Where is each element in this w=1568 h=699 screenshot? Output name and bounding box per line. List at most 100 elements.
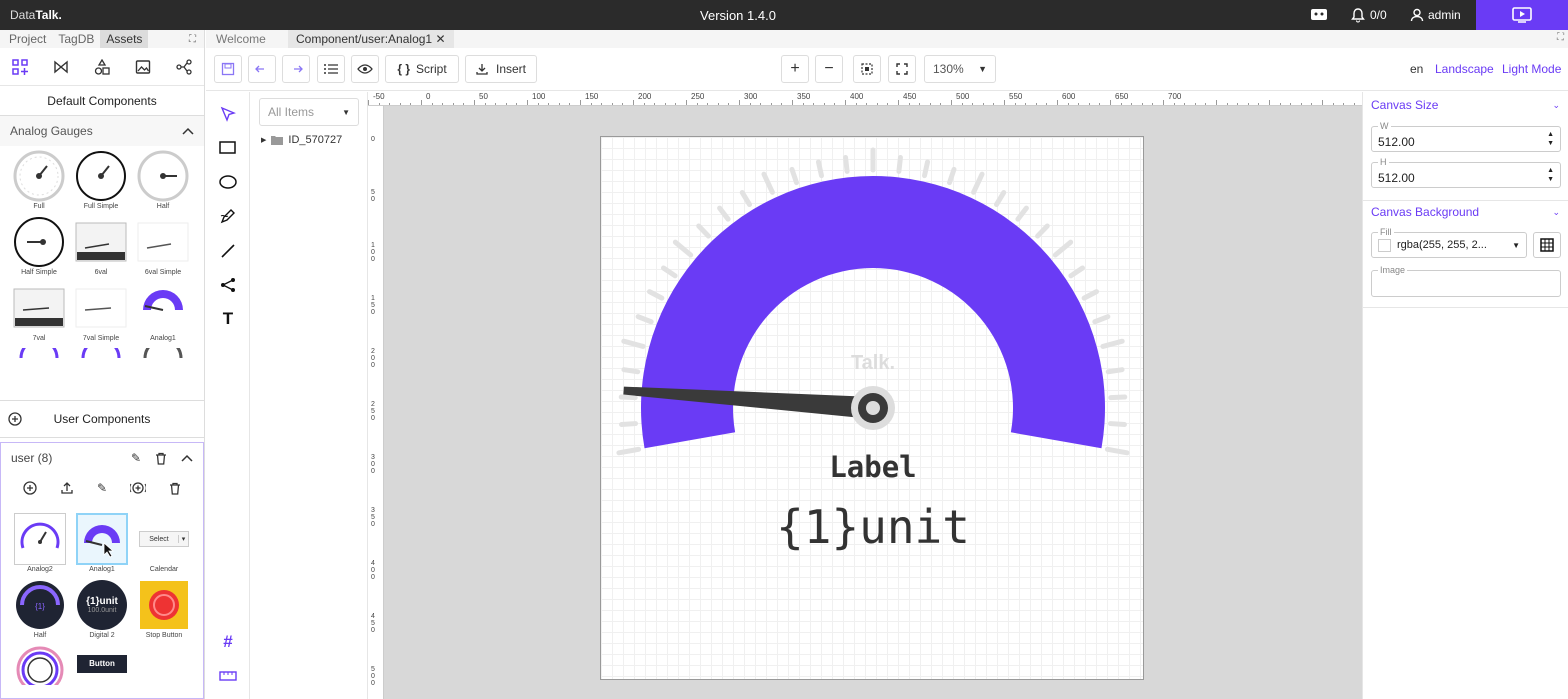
gauge-thumb-partial-3[interactable] [132, 348, 194, 370]
user-thumb-analog2[interactable]: Analog2 [9, 513, 71, 575]
user-thumb-button[interactable]: Button [71, 645, 133, 697]
delete-icon[interactable] [169, 482, 181, 495]
image-field[interactable]: Image [1371, 265, 1561, 297]
ruler-tick-label: 50 [479, 92, 488, 101]
tree-node[interactable]: ▶ ID_570727 [261, 134, 342, 146]
gauge-thumb-half[interactable]: Half [132, 150, 194, 212]
color-swatch[interactable] [1378, 238, 1391, 252]
connector-tool[interactable] [216, 273, 240, 297]
user-thumb-analog1[interactable]: Analog1 [71, 513, 133, 575]
components-icon[interactable] [12, 58, 29, 75]
alarm-indicator[interactable]: 0/0 [1350, 7, 1387, 23]
grid-toggle[interactable]: # [216, 630, 240, 654]
gauge-thumb-full-simple[interactable]: Full Simple [70, 150, 132, 212]
stepper-icon[interactable]: ▲ ▼ [1547, 166, 1554, 184]
user-thumb-stop-button[interactable]: Stop Button [133, 579, 195, 641]
bowtie-icon[interactable] [53, 59, 69, 75]
gauge-tick [1068, 265, 1086, 279]
fill-select[interactable]: Fill rgba(255, 255, 2... ▼ [1371, 227, 1527, 258]
canvas-sheet[interactable]: Talk. Label {1}unit [600, 136, 1144, 680]
tab-tagdb[interactable]: TagDB [52, 30, 100, 48]
close-icon[interactable]: ✕ [435, 32, 445, 46]
chevron-down-icon[interactable]: ⌄ [1552, 100, 1560, 111]
zoom-out-button[interactable]: − [815, 55, 843, 83]
tree-filter-select[interactable]: All Items ▼ [259, 98, 359, 126]
analog-gauges-header[interactable]: Analog Gauges [0, 116, 204, 146]
upload-icon[interactable] [60, 481, 74, 495]
bell-icon [1351, 8, 1365, 23]
line-tool[interactable] [216, 239, 240, 263]
add-circle-icon[interactable] [8, 412, 22, 426]
add-instance-icon[interactable] [130, 481, 147, 495]
ruler-toggle[interactable] [216, 664, 240, 688]
trash-icon[interactable] [155, 452, 167, 465]
chevron-down-icon[interactable]: ⌄ [1552, 207, 1560, 218]
orientation-toggle[interactable]: Landscape [1435, 62, 1494, 76]
edit-icon[interactable]: ✎ [97, 481, 107, 495]
language-toggle[interactable]: en [1410, 62, 1423, 76]
pattern-button[interactable] [1533, 232, 1561, 258]
pen-tool[interactable] [216, 204, 240, 228]
tab-project[interactable]: Project [3, 30, 52, 48]
gauge-thumb-half-simple[interactable]: Half Simple [8, 216, 70, 278]
gauge-thumb-full[interactable]: Full [8, 150, 70, 212]
fit-screen-button[interactable] [888, 55, 916, 83]
user-thumb-half[interactable]: {1} Half [9, 579, 71, 641]
user-menu[interactable]: admin [1410, 7, 1461, 23]
gauge-tick [1092, 314, 1111, 325]
redo-button[interactable] [282, 55, 310, 83]
gauge-thumb-7val-simple[interactable]: 7val Simple [70, 282, 132, 344]
canvas-size-header[interactable]: Canvas Size ⌄ [1363, 92, 1568, 118]
gauge-thumb-6val-simple[interactable]: 6val Simple [132, 216, 194, 278]
edit-icon[interactable]: ✎ [131, 451, 141, 465]
user-thumb-ring[interactable] [9, 645, 71, 697]
ellipse-tool[interactable] [216, 170, 240, 194]
gauge-thumb-analog1[interactable]: Analog1 [132, 282, 194, 344]
image-icon[interactable] [135, 59, 151, 75]
rectangle-tool[interactable] [216, 136, 240, 160]
cursor-icon [220, 106, 236, 122]
add-component-icon[interactable] [22, 481, 37, 495]
fullscreen-icon[interactable]: ⛶ [1557, 32, 1564, 43]
save-button[interactable] [214, 55, 242, 83]
chevron-up-icon[interactable] [181, 454, 193, 462]
run-preview-button[interactable] [1476, 0, 1568, 30]
expand-arrow-icon[interactable]: ▶ [261, 136, 266, 144]
canvas-area[interactable]: Talk. Label {1}unit [384, 106, 1362, 699]
gauge-thumb-6val[interactable]: 6val [70, 216, 132, 278]
gauge-thumb-partial-2[interactable] [70, 348, 132, 370]
zoom-select[interactable]: 130% ▼ [924, 55, 996, 83]
gauge-tick [646, 289, 665, 301]
expand-icon[interactable]: ⛶ [189, 34, 196, 45]
fit-selection-button[interactable] [853, 55, 881, 83]
user-thumb-calendar[interactable]: Select ▾ Calendar [133, 513, 195, 575]
canvas-background-header[interactable]: Canvas Background ⌄ [1363, 199, 1568, 225]
theme-toggle[interactable]: Light Mode [1502, 62, 1561, 76]
ruler-tick-label: -50 [373, 92, 385, 101]
undo-button[interactable] [248, 55, 276, 83]
chat-icon[interactable] [1310, 7, 1328, 22]
gauge-tick [896, 154, 903, 174]
insert-button[interactable]: Insert [465, 55, 537, 83]
tab-welcome[interactable]: Welcome [208, 30, 274, 48]
height-field[interactable]: H 512.00 ▲ ▼ [1371, 157, 1561, 188]
tab-assets[interactable]: Assets [100, 30, 149, 48]
gauge-thumb-7val[interactable]: 7val [8, 282, 70, 344]
script-button[interactable]: { } Script [385, 55, 459, 83]
gauge-thumb-partial-1[interactable] [8, 348, 70, 370]
ruler-tick-label: 100 [532, 92, 546, 101]
analog-gauge[interactable]: Talk. Label {1}unit [601, 137, 1145, 681]
preview-button[interactable] [351, 55, 379, 83]
connector-icon[interactable] [175, 58, 192, 75]
user-thumb-digital2[interactable]: {1}unit 100.0unit Digital 2 [71, 579, 133, 641]
chevron-up-icon[interactable] [182, 127, 194, 135]
width-field[interactable]: W 512.00 ▲ ▼ [1371, 121, 1561, 152]
svg-text:{1}: {1} [35, 602, 45, 611]
text-tool[interactable]: T [216, 307, 240, 331]
select-tool[interactable] [216, 102, 240, 126]
list-button[interactable] [317, 55, 345, 83]
tab-component-analog1[interactable]: Component/user:Analog1 ✕ [288, 30, 454, 48]
zoom-in-button[interactable]: + [781, 55, 809, 83]
shapes-icon[interactable] [94, 58, 110, 75]
stepper-icon[interactable]: ▲ ▼ [1547, 130, 1554, 148]
